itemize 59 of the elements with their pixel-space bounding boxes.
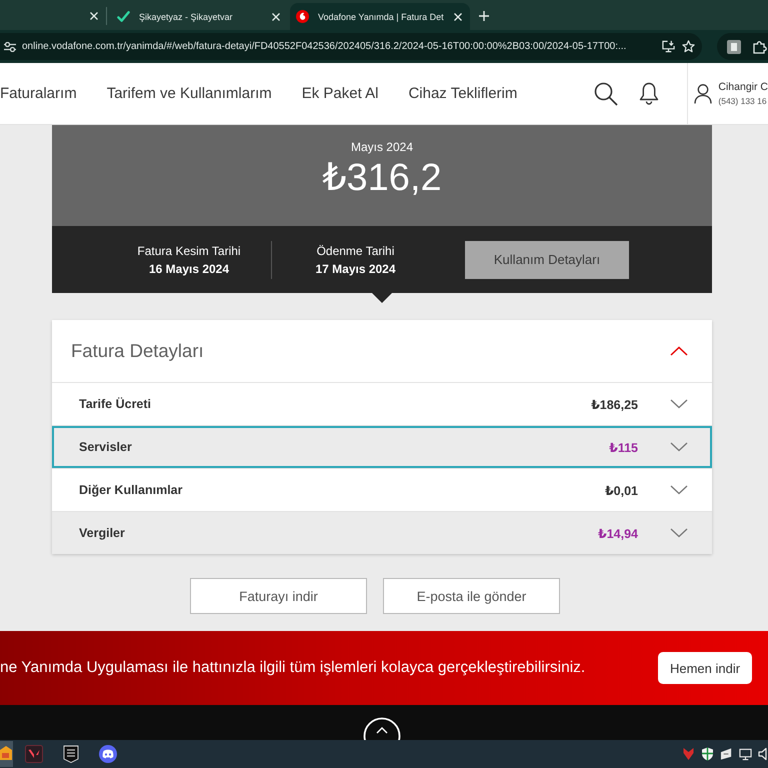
bell-icon[interactable] xyxy=(639,82,660,105)
accordion-row[interactable]: Diğer Kullanımlar ₺0,01 xyxy=(52,468,712,511)
chevron-down-icon[interactable] xyxy=(670,528,688,538)
search-icon[interactable] xyxy=(594,82,618,106)
download-app-button[interactable]: Hemen indir xyxy=(658,652,752,684)
date-value: 17 Mayıs 2024 xyxy=(315,262,396,276)
user-name: Cihangir C xyxy=(718,81,768,93)
checkmark-favicon-icon xyxy=(117,10,130,23)
user-icon[interactable] xyxy=(694,84,712,104)
action-button[interactable]: Faturayı indir xyxy=(190,578,367,614)
user-phone: (543) 133 16 xyxy=(718,96,768,106)
browser-tab[interactable]: Vodafone Yanımda | Fatura Det xyxy=(290,3,470,30)
row-amount: ₺115 xyxy=(609,440,638,454)
date-value: 16 Mayıs 2024 xyxy=(148,262,230,276)
close-icon[interactable] xyxy=(90,12,98,20)
chevron-down-icon[interactable] xyxy=(670,485,688,495)
browser-tab[interactable]: Şikayetyaz - Şikayetvar xyxy=(110,3,290,30)
gamepad-face-icon[interactable] xyxy=(99,745,117,763)
date-label: Ödenme Tarihi xyxy=(316,244,394,258)
details-title: Fatura Detayları xyxy=(71,340,204,362)
chevron-up-icon[interactable] xyxy=(670,346,688,356)
chevron-up-icon xyxy=(376,727,388,734)
nav-link[interactable]: Ek Paket Al xyxy=(302,85,378,102)
accordion-row[interactable]: Tarife Ücreti ₺186,25 xyxy=(52,382,712,425)
back-to-top-button[interactable] xyxy=(363,717,401,740)
page-extension-icon[interactable] xyxy=(727,40,741,54)
chevron-down-icon[interactable] xyxy=(670,442,688,452)
new-tab-plus-icon[interactable] xyxy=(479,11,489,21)
row-amount: ₺14,94 xyxy=(598,526,638,540)
card-icon[interactable] xyxy=(720,747,733,761)
usage-details-button[interactable]: Kullanım Detayları xyxy=(465,240,629,278)
install-monitor-icon[interactable] xyxy=(662,40,675,53)
row-amount: ₺0,01 xyxy=(604,482,638,498)
row-amount: ₺186,25 xyxy=(591,396,638,412)
tune-icon[interactable] xyxy=(4,42,16,52)
accordion-row[interactable]: Servisler ₺115 xyxy=(52,425,712,468)
speech-mark-favicon-icon xyxy=(296,10,309,23)
bill-total: ₺316,2 xyxy=(322,157,442,199)
address-bar[interactable]: online.vodafone.com.tr/yanimda/#/web/fatura-detayi/FD40552F042536/202405/316.2/2024-05-16T00:00:00%2B03:00/2024-05-17T00:... xyxy=(0,33,702,60)
date-label: Fatura Kesim Tarihi xyxy=(137,244,241,258)
app-tile-icon[interactable] xyxy=(0,741,13,767)
promo-text: ne Yanımda Uygulaması ile hattınızla ilgili tüm işlemleri kolayca gerçekleştirebilirsiniz. xyxy=(0,659,586,677)
speaker-icon[interactable] xyxy=(758,747,768,761)
close-icon[interactable] xyxy=(454,12,462,20)
star-icon[interactable] xyxy=(682,40,695,53)
chevron-down-icon[interactable] xyxy=(670,399,688,409)
nav-link[interactable]: Cihaz Tekliflerim xyxy=(408,85,518,102)
ribbon-icon[interactable] xyxy=(682,747,695,761)
action-button[interactable]: E-posta ile gönder xyxy=(383,578,560,614)
v-logo-icon[interactable] xyxy=(25,745,43,763)
nav-link[interactable]: Faturalarım xyxy=(0,85,77,102)
puzzle-icon[interactable] xyxy=(753,40,767,54)
accordion-row[interactable]: Vergiler ₺14,94 xyxy=(52,511,712,554)
monitor-icon[interactable] xyxy=(739,747,752,761)
shield-icon[interactable] xyxy=(701,747,714,761)
close-icon[interactable] xyxy=(272,12,280,20)
nav-link[interactable]: Tarifem ve Kullanımlarım xyxy=(106,85,272,102)
bill-period: Mayıs 2024 xyxy=(350,140,414,154)
shield-logo-icon[interactable] xyxy=(62,745,80,763)
